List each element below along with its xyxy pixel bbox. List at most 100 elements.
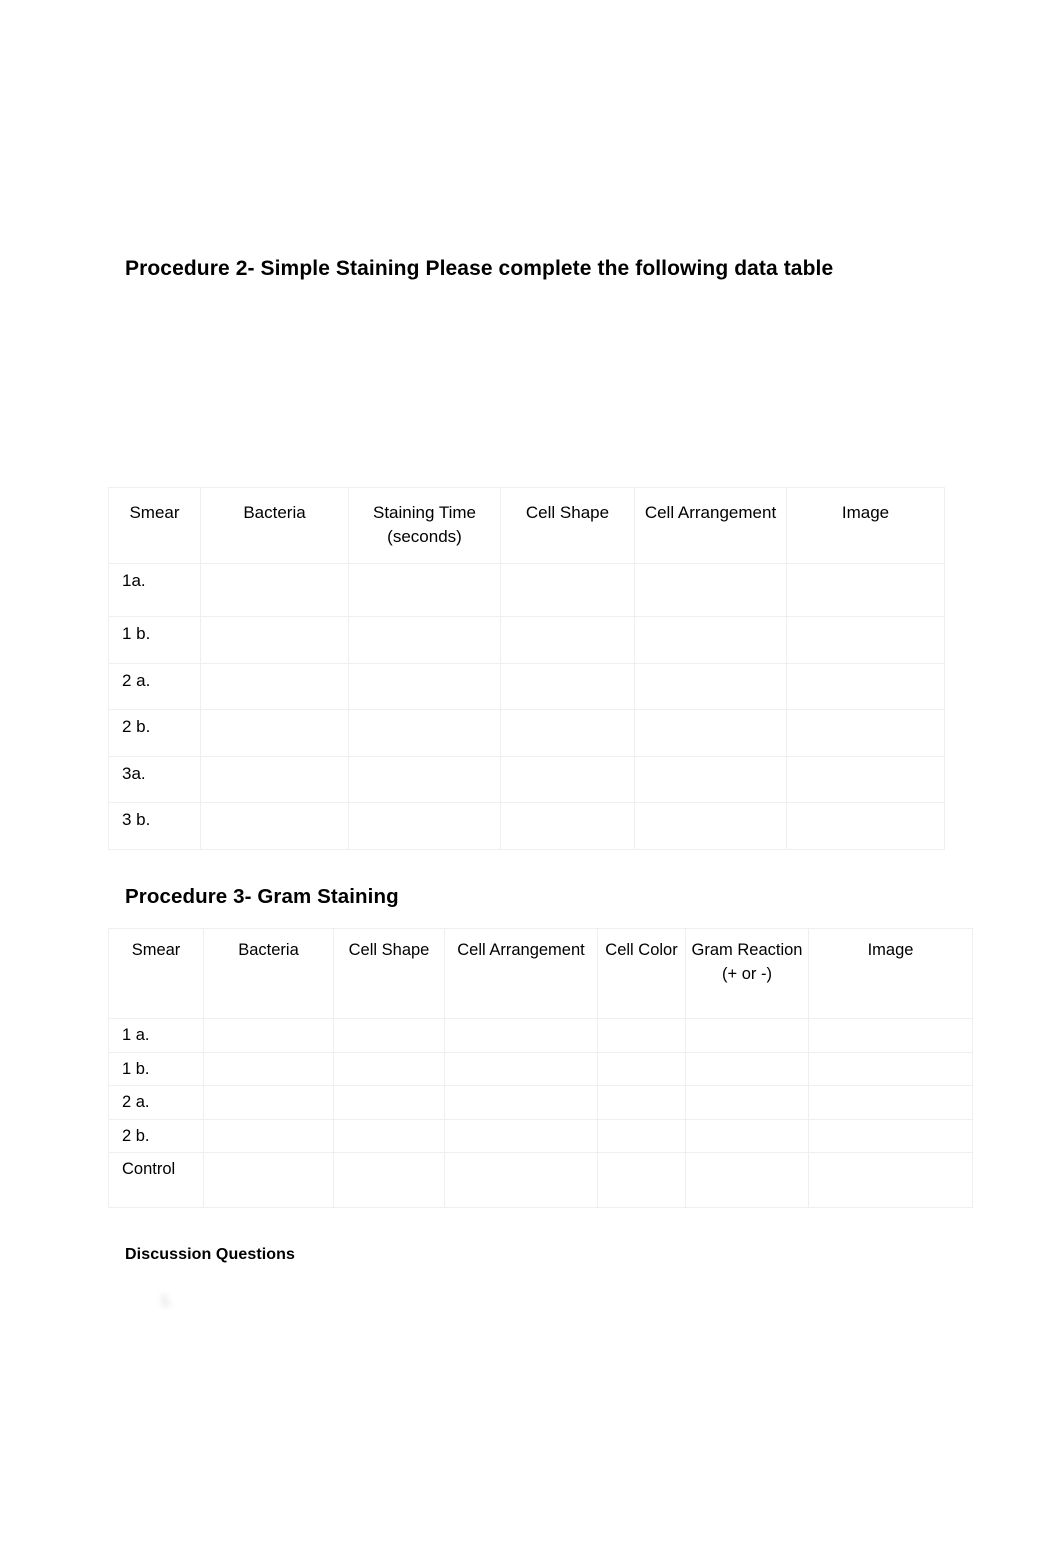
cell-image[interactable]	[786, 802, 945, 850]
cell-bacteria[interactable]	[203, 1085, 334, 1120]
table-row: 2 a.	[108, 1085, 973, 1120]
cell-image[interactable]	[808, 1152, 973, 1208]
cell-image[interactable]	[808, 1085, 973, 1120]
column-header-staining-time: Staining Time (seconds)	[348, 487, 501, 564]
cell-staining-time[interactable]	[348, 755, 501, 803]
cell-cell-shape[interactable]	[500, 802, 635, 850]
cell-cell-arrangement[interactable]	[634, 802, 787, 850]
column-header-cell-arrangement: Cell Arrangement	[444, 928, 598, 1019]
cell-cell-shape[interactable]	[500, 709, 635, 757]
table-row: 1 b.	[108, 1051, 973, 1086]
cell-image[interactable]	[808, 1118, 973, 1153]
cell-smear: Control	[108, 1152, 204, 1208]
cell-staining-time[interactable]	[348, 616, 501, 664]
cell-smear: 1a.	[108, 563, 201, 617]
cell-smear: 1 b.	[108, 1051, 204, 1086]
table-header-row: Smear Bacteria Staining Time (seconds) C…	[108, 487, 945, 564]
cell-image[interactable]	[786, 709, 945, 757]
list-item: 1.	[155, 1288, 855, 1314]
cell-gram-reaction[interactable]	[685, 1152, 809, 1208]
cell-bacteria[interactable]	[200, 563, 349, 617]
column-header-cell-arrangement: Cell Arrangement	[634, 487, 787, 564]
cell-smear: 2 b.	[108, 1118, 204, 1153]
cell-smear: 3 b.	[108, 802, 201, 850]
column-header-bacteria: Bacteria	[200, 487, 349, 564]
cell-cell-arrangement[interactable]	[634, 563, 787, 617]
cell-cell-shape[interactable]	[333, 1085, 445, 1120]
cell-image[interactable]	[786, 563, 945, 617]
cell-smear: 2 a.	[108, 1085, 204, 1120]
cell-bacteria[interactable]	[200, 802, 349, 850]
cell-smear: 1 a.	[108, 1018, 204, 1053]
cell-bacteria[interactable]	[203, 1018, 334, 1053]
cell-cell-arrangement[interactable]	[444, 1152, 598, 1208]
cell-image[interactable]	[786, 662, 945, 710]
column-header-cell-shape: Cell Shape	[500, 487, 635, 564]
table-header-row: Smear Bacteria Cell Shape Cell Arrangeme…	[108, 928, 973, 1019]
table-row: 3 b.	[108, 802, 945, 850]
cell-cell-arrangement[interactable]	[444, 1018, 598, 1053]
cell-bacteria[interactable]	[203, 1152, 334, 1208]
cell-smear: 2 b.	[108, 709, 201, 757]
column-header-gram-reaction: Gram Reaction (+ or -)	[685, 928, 809, 1019]
cell-cell-color[interactable]	[597, 1118, 686, 1153]
cell-cell-color[interactable]	[597, 1018, 686, 1053]
cell-cell-shape[interactable]	[500, 755, 635, 803]
cell-cell-color[interactable]	[597, 1085, 686, 1120]
question-number: 1.	[160, 1292, 173, 1309]
cell-cell-shape[interactable]	[500, 662, 635, 710]
cell-cell-shape[interactable]	[333, 1018, 445, 1053]
cell-staining-time[interactable]	[348, 563, 501, 617]
cell-cell-shape[interactable]	[333, 1051, 445, 1086]
table-row: 1 a.	[108, 1018, 973, 1053]
cell-cell-arrangement[interactable]	[634, 662, 787, 710]
cell-cell-shape[interactable]	[333, 1118, 445, 1153]
cell-staining-time[interactable]	[348, 709, 501, 757]
cell-cell-color[interactable]	[597, 1051, 686, 1086]
cell-bacteria[interactable]	[200, 662, 349, 710]
cell-bacteria[interactable]	[200, 616, 349, 664]
column-header-image: Image	[808, 928, 973, 1019]
cell-staining-time[interactable]	[348, 662, 501, 710]
cell-cell-arrangement[interactable]	[634, 755, 787, 803]
column-header-image: Image	[786, 487, 945, 564]
cell-bacteria[interactable]	[200, 709, 349, 757]
cell-gram-reaction[interactable]	[685, 1051, 809, 1086]
cell-bacteria[interactable]	[200, 755, 349, 803]
table-row: 1 b.	[108, 616, 945, 664]
document-page: Procedure 2- Simple Staining Please comp…	[0, 0, 1062, 1556]
cell-cell-arrangement[interactable]	[444, 1051, 598, 1086]
cell-cell-shape[interactable]	[500, 616, 635, 664]
cell-smear: 3a.	[108, 755, 201, 803]
procedure-3-heading: Procedure 3- Gram Staining	[125, 885, 399, 908]
cell-smear: 2 a.	[108, 662, 201, 710]
cell-cell-arrangement[interactable]	[634, 616, 787, 664]
cell-staining-time[interactable]	[348, 802, 501, 850]
cell-gram-reaction[interactable]	[685, 1018, 809, 1053]
cell-gram-reaction[interactable]	[685, 1118, 809, 1153]
column-header-cell-shape: Cell Shape	[333, 928, 445, 1019]
cell-bacteria[interactable]	[203, 1051, 334, 1086]
cell-cell-arrangement[interactable]	[444, 1085, 598, 1120]
simple-staining-table: Smear Bacteria Staining Time (seconds) C…	[108, 487, 945, 850]
cell-image[interactable]	[786, 755, 945, 803]
cell-cell-color[interactable]	[597, 1152, 686, 1208]
cell-image[interactable]	[808, 1018, 973, 1053]
cell-cell-shape[interactable]	[500, 563, 635, 617]
cell-image[interactable]	[786, 616, 945, 664]
cell-cell-arrangement[interactable]	[634, 709, 787, 757]
cell-cell-shape[interactable]	[333, 1152, 445, 1208]
cell-smear: 1 b.	[108, 616, 201, 664]
column-header-smear: Smear	[108, 928, 204, 1019]
gram-staining-table: Smear Bacteria Cell Shape Cell Arrangeme…	[108, 928, 973, 1208]
cell-gram-reaction[interactable]	[685, 1085, 809, 1120]
cell-bacteria[interactable]	[203, 1118, 334, 1153]
procedure-2-heading: Procedure 2- Simple Staining Please comp…	[125, 257, 834, 280]
table-row: Control	[108, 1152, 973, 1208]
discussion-questions-heading: Discussion Questions	[125, 1246, 296, 1263]
column-header-bacteria: Bacteria	[203, 928, 334, 1019]
cell-image[interactable]	[808, 1051, 973, 1086]
cell-cell-arrangement[interactable]	[444, 1118, 598, 1153]
question-text-redacted	[185, 1288, 855, 1314]
column-header-smear: Smear	[108, 487, 201, 564]
